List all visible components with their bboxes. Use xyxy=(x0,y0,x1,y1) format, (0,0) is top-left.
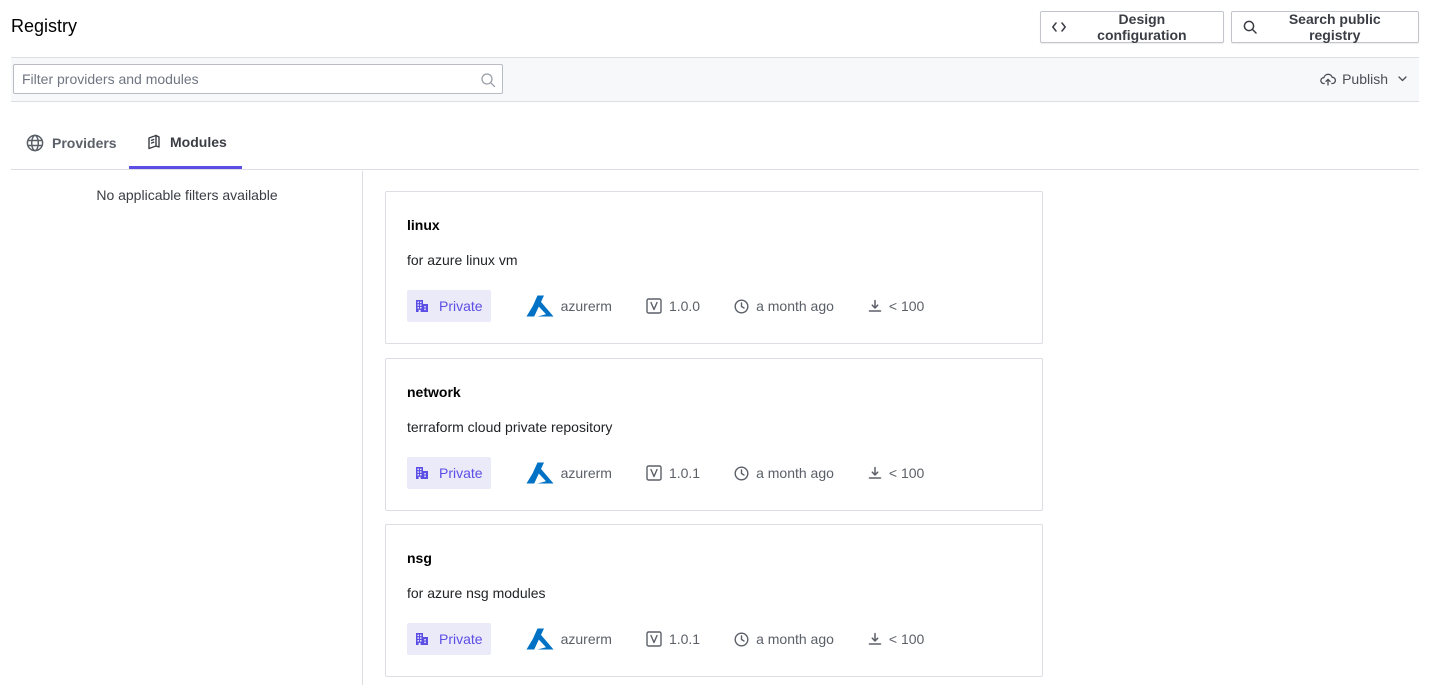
clock-icon xyxy=(734,298,749,314)
clock-icon xyxy=(734,465,749,481)
azure-logo-icon xyxy=(526,462,554,484)
module-title[interactable]: nsg xyxy=(407,550,432,566)
private-badge: Private xyxy=(407,457,491,489)
published-label: a month ago xyxy=(756,298,834,314)
provider-label: azurerm xyxy=(560,298,612,314)
building-icon xyxy=(415,299,429,313)
version-label: 1.0.1 xyxy=(668,631,701,647)
visibility-label: Private xyxy=(439,631,483,647)
published-label: a month ago xyxy=(756,631,834,647)
filter-input[interactable] xyxy=(14,65,502,93)
version-info: 1.0.1 xyxy=(646,465,700,481)
published-label: a month ago xyxy=(756,465,834,481)
published-info: a month ago xyxy=(734,631,834,647)
module-card[interactable]: nsg for azure nsg modules Private azurer… xyxy=(385,524,1043,677)
azure-logo-icon xyxy=(526,628,554,650)
azure-logo-icon xyxy=(526,295,554,317)
search-public-registry-button[interactable]: Search public registry xyxy=(1231,11,1419,43)
version-info: 1.0.1 xyxy=(646,631,700,647)
publish-label: Publish xyxy=(1342,71,1388,87)
code-icon xyxy=(1051,19,1067,35)
version-icon xyxy=(646,298,662,314)
module-meta: Private azurerm 1.0.0 a month ago < 100 xyxy=(407,290,924,322)
downloads-info: < 100 xyxy=(868,298,924,314)
version-info: 1.0.0 xyxy=(646,298,700,314)
module-description: for azure nsg modules xyxy=(407,585,546,601)
globe-icon xyxy=(26,134,44,152)
provider-info: azurerm xyxy=(526,295,612,317)
download-icon xyxy=(868,299,882,313)
downloads-label: < 100 xyxy=(888,465,925,481)
tab-providers-label: Providers xyxy=(52,135,117,151)
private-badge: Private xyxy=(407,623,491,655)
version-label: 1.0.0 xyxy=(668,298,701,314)
version-icon xyxy=(646,465,662,481)
tab-modules[interactable]: Modules xyxy=(129,117,242,169)
clock-icon xyxy=(734,631,749,647)
building-icon xyxy=(415,466,429,480)
published-info: a month ago xyxy=(734,298,834,314)
tab-modules-label: Modules xyxy=(170,133,227,150)
tab-providers[interactable]: Providers xyxy=(26,117,117,169)
downloads-info: < 100 xyxy=(868,631,924,647)
design-configuration-label: Design configuration xyxy=(1097,11,1187,43)
search-public-registry-label: Search public registry xyxy=(1288,11,1381,43)
provider-label: azurerm xyxy=(560,631,612,647)
published-info: a month ago xyxy=(734,465,834,481)
filter-input-wrapper xyxy=(13,64,503,94)
downloads-label: < 100 xyxy=(888,631,925,647)
module-title[interactable]: network xyxy=(407,384,461,400)
provider-info: azurerm xyxy=(526,628,612,650)
search-icon xyxy=(1242,19,1258,35)
version-icon xyxy=(646,631,662,647)
module-card[interactable]: network terraform cloud private reposito… xyxy=(385,358,1043,511)
module-card[interactable]: linux for azure linux vm Private azurerm… xyxy=(385,191,1043,344)
building-icon xyxy=(415,632,429,646)
provider-info: azurerm xyxy=(526,462,612,484)
design-configuration-button[interactable]: Design configuration xyxy=(1040,11,1224,43)
tab-bar: Providers Modules xyxy=(11,117,1419,170)
page-title: Registry xyxy=(11,16,78,36)
module-description: for azure linux vm xyxy=(407,252,518,268)
module-meta: Private azurerm 1.0.1 a month ago < 100 xyxy=(407,623,924,655)
search-icon xyxy=(480,72,496,88)
publish-dropdown[interactable]: Publish xyxy=(1320,71,1407,87)
provider-label: azurerm xyxy=(560,465,612,481)
chevron-down-icon xyxy=(1398,76,1407,82)
module-meta: Private azurerm 1.0.1 a month ago < 100 xyxy=(407,457,924,489)
no-filters-message: No applicable filters available xyxy=(96,187,278,203)
module-icon xyxy=(146,134,162,150)
download-icon xyxy=(868,466,882,480)
downloads-label: < 100 xyxy=(888,298,925,314)
module-title[interactable]: linux xyxy=(407,217,440,233)
visibility-label: Private xyxy=(439,465,483,481)
private-badge: Private xyxy=(407,290,491,322)
filter-bar: Publish xyxy=(11,57,1419,102)
download-icon xyxy=(868,632,882,646)
module-description: terraform cloud private repository xyxy=(407,419,613,435)
cloud-upload-icon xyxy=(1320,72,1337,86)
downloads-info: < 100 xyxy=(868,465,924,481)
version-label: 1.0.1 xyxy=(668,465,701,481)
visibility-label: Private xyxy=(439,298,483,314)
filters-sidebar: No applicable filters available xyxy=(11,171,363,685)
